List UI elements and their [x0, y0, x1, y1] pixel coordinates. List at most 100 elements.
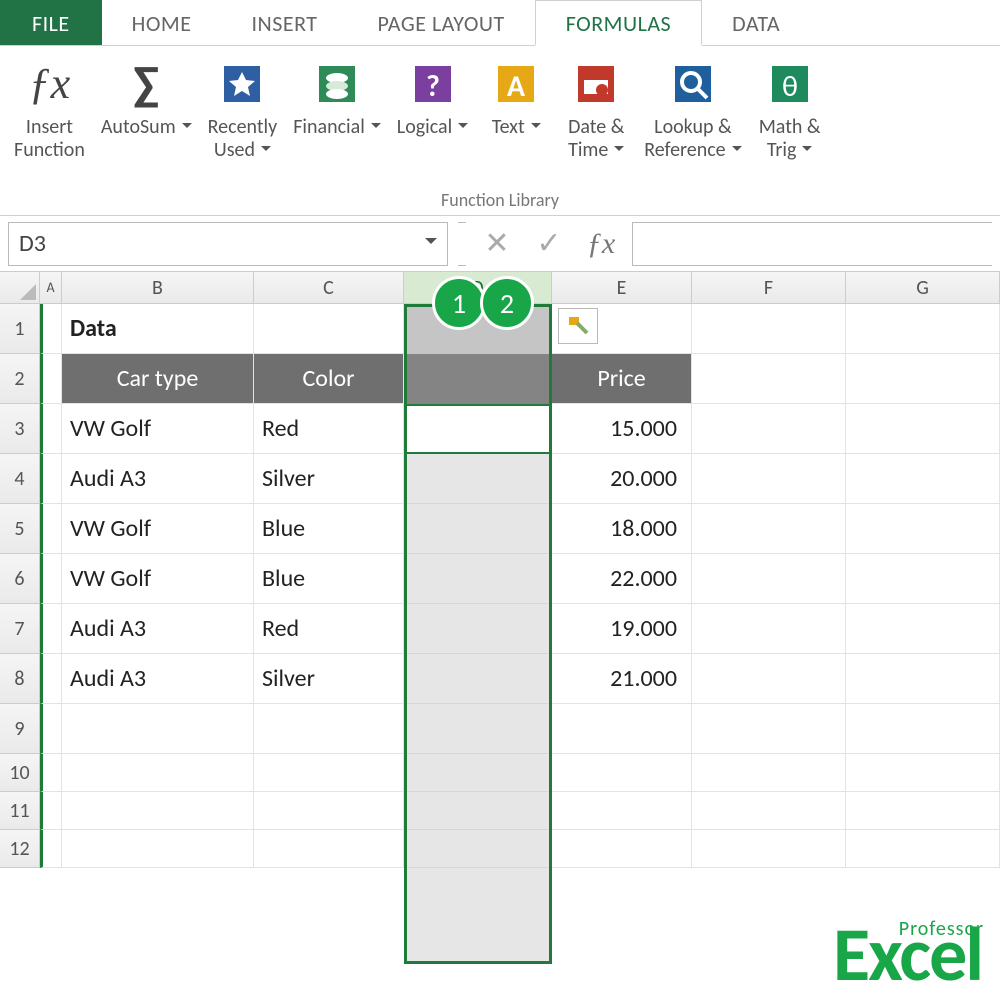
cell[interactable] — [692, 304, 846, 354]
cell[interactable] — [846, 404, 1000, 454]
cell[interactable]: Silver — [254, 454, 404, 504]
cell[interactable]: Audi A3 — [62, 454, 254, 504]
cell[interactable]: Silver — [254, 654, 404, 704]
cell[interactable] — [62, 830, 254, 868]
cell[interactable] — [692, 404, 846, 454]
cell[interactable] — [552, 830, 692, 868]
cell[interactable] — [552, 792, 692, 830]
cell[interactable] — [40, 554, 62, 604]
fx-icon[interactable]: ƒx — [580, 223, 622, 265]
cell[interactable] — [404, 654, 552, 704]
cell[interactable] — [404, 704, 552, 754]
cell[interactable] — [846, 304, 1000, 354]
row-head-12[interactable]: 12 — [0, 830, 40, 868]
col-E[interactable]: E — [552, 272, 692, 303]
tab-home[interactable]: HOME — [102, 0, 222, 45]
cell[interactable]: 22.000 — [552, 554, 692, 604]
tab-insert[interactable]: INSERT — [221, 0, 347, 45]
cell[interactable]: 18.000 — [552, 504, 692, 554]
cell[interactable] — [254, 830, 404, 868]
row-head-4[interactable]: 4 — [0, 454, 40, 504]
cell[interactable] — [62, 754, 254, 792]
tab-page-layout[interactable]: PAGE LAYOUT — [348, 0, 535, 45]
cell[interactable] — [846, 704, 1000, 754]
cell[interactable]: 20.000 — [552, 454, 692, 504]
cell[interactable] — [40, 504, 62, 554]
cell[interactable] — [254, 792, 404, 830]
cell[interactable] — [404, 404, 552, 454]
cell[interactable]: Audi A3 — [62, 604, 254, 654]
cell[interactable]: 15.000 — [552, 404, 692, 454]
cell[interactable]: Data — [62, 304, 254, 354]
cell[interactable] — [846, 554, 1000, 604]
paste-options-button[interactable] — [558, 308, 598, 344]
cell[interactable]: Blue — [254, 554, 404, 604]
cell[interactable]: Red — [254, 604, 404, 654]
cell[interactable] — [404, 604, 552, 654]
cell[interactable] — [404, 454, 552, 504]
row-head-3[interactable]: 3 — [0, 404, 40, 454]
cell[interactable] — [40, 304, 62, 354]
cell[interactable]: VW Golf — [62, 404, 254, 454]
cell[interactable] — [40, 654, 62, 704]
header-color[interactable]: Color — [254, 354, 404, 404]
cell[interactable]: 19.000 — [552, 604, 692, 654]
row-head-1[interactable]: 1 — [0, 304, 40, 354]
cell[interactable] — [692, 754, 846, 792]
cell[interactable]: Blue — [254, 504, 404, 554]
cell[interactable] — [846, 830, 1000, 868]
cell[interactable] — [404, 554, 552, 604]
chevron-down-icon[interactable] — [425, 238, 437, 250]
cell[interactable] — [40, 830, 62, 868]
cell[interactable]: VW Golf — [62, 504, 254, 554]
col-G[interactable]: G — [846, 272, 1000, 303]
cell[interactable] — [692, 604, 846, 654]
row-head-9[interactable]: 9 — [0, 704, 40, 754]
col-F[interactable]: F — [692, 272, 846, 303]
cell[interactable] — [254, 704, 404, 754]
cell[interactable] — [692, 792, 846, 830]
cell[interactable] — [40, 792, 62, 830]
cell[interactable] — [40, 454, 62, 504]
cell[interactable] — [846, 654, 1000, 704]
tab-data[interactable]: DATA — [702, 0, 810, 45]
cell[interactable] — [404, 792, 552, 830]
cell[interactable] — [404, 504, 552, 554]
cell[interactable] — [254, 304, 404, 354]
cell[interactable] — [40, 604, 62, 654]
row-head-10[interactable]: 10 — [0, 754, 40, 792]
cell[interactable]: Red — [254, 404, 404, 454]
cell[interactable] — [40, 704, 62, 754]
cell[interactable] — [692, 830, 846, 868]
col-A[interactable]: A — [40, 272, 62, 303]
cell[interactable] — [692, 354, 846, 404]
cell[interactable] — [692, 654, 846, 704]
cell[interactable]: 21.000 — [552, 654, 692, 704]
cell[interactable] — [846, 504, 1000, 554]
header-price[interactable]: Price — [552, 354, 692, 404]
cancel-formula-button[interactable]: ✕ — [476, 223, 518, 265]
select-all-corner[interactable] — [0, 272, 40, 303]
header-car-type[interactable]: Car type — [62, 354, 254, 404]
cell[interactable] — [40, 754, 62, 792]
name-box[interactable]: D3 — [8, 222, 448, 266]
cell[interactable] — [692, 454, 846, 504]
cell[interactable] — [692, 704, 846, 754]
cell[interactable]: VW Golf — [62, 554, 254, 604]
cell[interactable] — [552, 704, 692, 754]
cell[interactable] — [846, 754, 1000, 792]
cell[interactable] — [692, 554, 846, 604]
cell[interactable] — [846, 454, 1000, 504]
cell[interactable] — [552, 754, 692, 792]
cell[interactable] — [846, 792, 1000, 830]
row-head-2[interactable]: 2 — [0, 354, 40, 404]
formula-bar-input[interactable] — [632, 222, 992, 266]
cell[interactable] — [404, 754, 552, 792]
header-blank[interactable] — [404, 354, 552, 404]
cell[interactable] — [62, 704, 254, 754]
row-head-11[interactable]: 11 — [0, 792, 40, 830]
cell[interactable] — [404, 830, 552, 868]
col-C[interactable]: C — [254, 272, 404, 303]
row-head-8[interactable]: 8 — [0, 654, 40, 704]
tab-file[interactable]: FILE — [0, 0, 102, 45]
